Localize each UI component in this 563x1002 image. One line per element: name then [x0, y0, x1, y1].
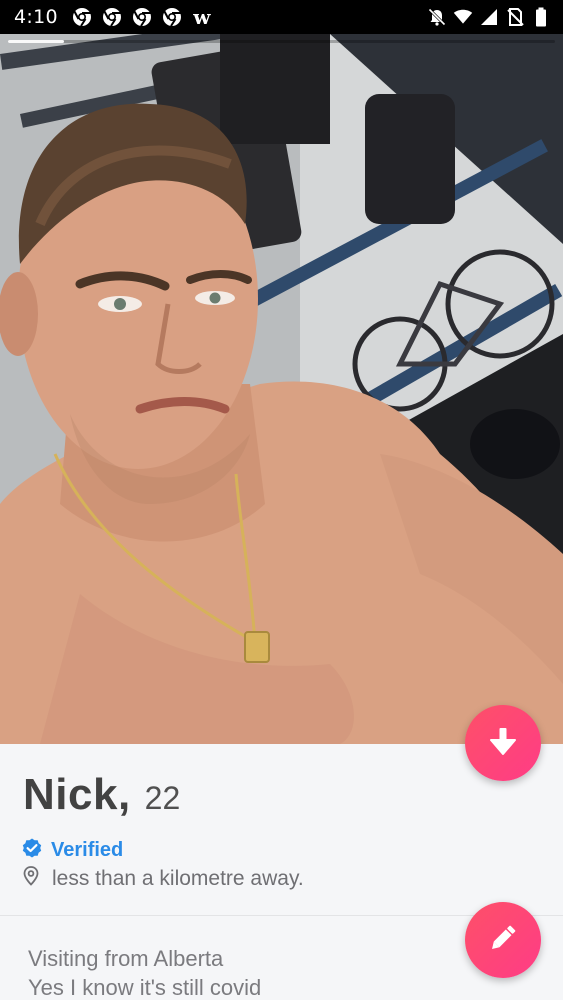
verified-label: Verified: [51, 839, 124, 861]
photo-progress-track: [8, 40, 555, 43]
arrow-down-icon: [489, 726, 517, 761]
location-pin-icon: [22, 866, 40, 891]
profile-age: 22: [144, 780, 181, 816]
w-app-icon: w: [193, 5, 211, 29]
notification-icons: w: [72, 7, 212, 27]
chrome-icon: [132, 7, 152, 27]
status-time: 4:10: [14, 6, 58, 28]
bio-line: Yes I know it's still covid: [28, 975, 262, 1000]
chrome-icon: [72, 7, 92, 27]
edit-profile-button[interactable]: [465, 902, 541, 978]
distance-row: less than a kilometre away.: [22, 866, 304, 891]
signal-icon: [479, 7, 499, 27]
no-sim-icon: [505, 7, 525, 27]
profile-photo-illustration: [0, 34, 563, 744]
chrome-icon: [102, 7, 122, 27]
wifi-icon: [453, 7, 473, 27]
system-status-icons: [427, 7, 551, 27]
bio: Visiting from Alberta Yes I know it's st…: [28, 944, 261, 1002]
profile-photo[interactable]: [0, 34, 563, 744]
profile-name: Nick,: [23, 770, 131, 819]
status-bar: 4:10 w: [0, 0, 563, 34]
photo-progress-indicator: [8, 40, 64, 43]
verified-check-icon: [22, 838, 42, 863]
distance-text: less than a kilometre away.: [52, 866, 304, 890]
name-age-line: Nick, 22: [23, 770, 180, 820]
do-not-disturb-icon: [427, 7, 447, 27]
chrome-icon: [162, 7, 182, 27]
collapse-profile-button[interactable]: [465, 705, 541, 781]
pencil-icon: [486, 921, 520, 960]
verified-badge[interactable]: Verified: [22, 838, 123, 863]
battery-icon: [531, 7, 551, 27]
bio-line: Visiting from Alberta: [28, 946, 224, 971]
